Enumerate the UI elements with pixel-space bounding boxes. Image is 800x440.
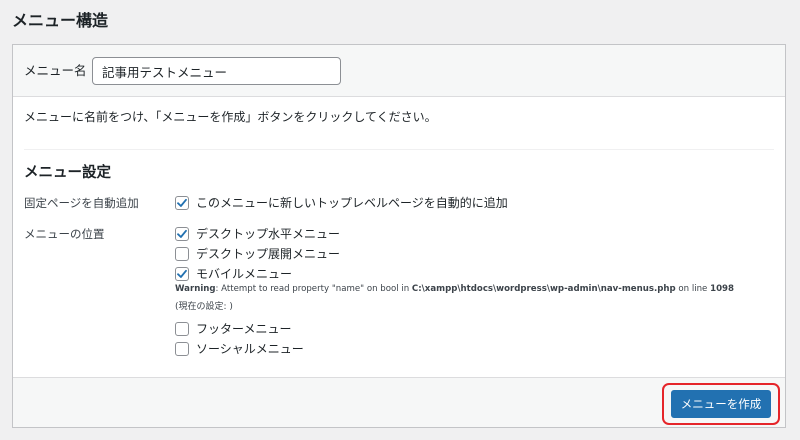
checkmark-icon xyxy=(177,229,187,238)
location-checkbox[interactable] xyxy=(175,267,189,281)
location-option-label: ソーシャルメニュー xyxy=(196,342,304,356)
menu-location-label: メニューの位置 xyxy=(24,227,105,241)
highlight-box: メニューを作成 xyxy=(662,383,780,425)
menu-name-label: メニュー名 xyxy=(24,63,87,78)
warning-line-number: 1098 xyxy=(710,284,735,294)
warning-path: C:\xampp\htdocs\wordpress\wp-admin\nav-m… xyxy=(411,284,676,294)
auto-add-option[interactable]: このメニューに新しいトップレベルページを自動的に追加 xyxy=(175,195,508,211)
instruction-text: メニューに名前をつけ、「メニューを作成」ボタンをクリックしてください。 xyxy=(24,110,437,124)
auto-add-label: 固定ページを自動追加 xyxy=(24,196,139,210)
warning-prefix: Warning xyxy=(175,284,216,294)
checkmark-icon xyxy=(177,269,187,278)
divider xyxy=(24,149,774,150)
menu-settings-heading: メニュー設定 xyxy=(24,165,111,181)
checkmark-icon xyxy=(177,198,187,207)
location-option-label: モバイルメニュー xyxy=(196,267,293,281)
warning-line-text: on line xyxy=(675,284,711,294)
menu-footer-bar: メニューを作成 xyxy=(13,377,785,427)
location-checkbox[interactable] xyxy=(175,342,189,356)
location-checkbox[interactable] xyxy=(175,247,189,261)
location-option-label: デスクトップ水平メニュー xyxy=(196,227,341,241)
warning-text: : Attempt to read property "name" on boo… xyxy=(215,284,412,294)
location-option-desktop-expanded[interactable]: デスクトップ展開メニュー xyxy=(175,246,340,262)
location-option-social[interactable]: ソーシャルメニュー xyxy=(175,341,304,357)
location-option-label: デスクトップ展開メニュー xyxy=(196,247,341,261)
create-menu-button[interactable]: メニューを作成 xyxy=(671,390,771,418)
location-option-mobile[interactable]: モバイルメニュー xyxy=(175,266,292,282)
page-title: メニュー構造 xyxy=(12,11,109,30)
location-checkbox[interactable] xyxy=(175,227,189,241)
location-option-footer[interactable]: フッターメニュー xyxy=(175,321,292,337)
location-option-label: フッターメニュー xyxy=(196,322,292,336)
menu-edit-panel: メニュー名 メニューに名前をつけ、「メニューを作成」ボタンをクリックしてください… xyxy=(12,44,786,428)
location-option-desktop-horizontal[interactable]: デスクトップ水平メニュー xyxy=(175,226,340,242)
auto-add-option-label: このメニューに新しいトップレベルページを自動的に追加 xyxy=(196,196,508,210)
menu-name-input[interactable] xyxy=(92,57,341,85)
php-warning-message: Warning: Attempt to read property "name"… xyxy=(175,283,734,295)
menu-name-bar: メニュー名 xyxy=(13,45,785,97)
current-setting-text: (現在の設定: ) xyxy=(175,302,233,312)
auto-add-checkbox[interactable] xyxy=(175,196,189,210)
location-checkbox[interactable] xyxy=(175,322,189,336)
